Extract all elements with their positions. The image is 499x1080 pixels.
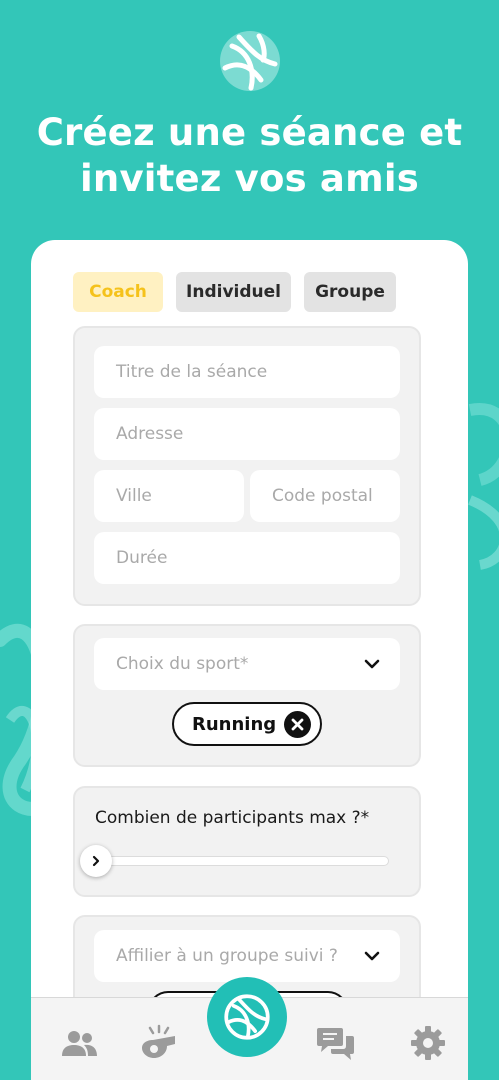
selected-sport-label: Running [192, 713, 277, 735]
participants-slider-track[interactable] [95, 856, 389, 866]
create-session-button[interactable] [207, 977, 287, 1057]
groupe-select-placeholder: Affilier à un groupe suivi ? [116, 946, 338, 966]
adresse-field[interactable]: Adresse [94, 408, 400, 460]
headline-line-2: invitez vos amis [80, 157, 419, 200]
selected-sport-chip: Running [172, 702, 322, 746]
participants-slider-thumb[interactable] [80, 845, 112, 877]
gear-icon[interactable] [408, 1023, 448, 1063]
chevron-down-icon [364, 659, 380, 669]
groupe-select[interactable]: Affilier à un groupe suivi ? [94, 930, 400, 982]
participants-panel [73, 786, 421, 897]
chat-icon[interactable] [316, 1024, 356, 1064]
headline-line-1: Créez une séance et [36, 111, 463, 154]
users-icon[interactable] [59, 1024, 99, 1064]
volleyball-logo-icon [220, 31, 280, 91]
volleyball-icon [224, 994, 270, 1040]
chevron-right-icon [92, 855, 100, 867]
page-headline: Créez une séance et invitez vos amis [0, 110, 499, 202]
code-postal-field[interactable]: Code postal [250, 470, 400, 522]
remove-chip-icon[interactable] [284, 711, 311, 738]
duree-field[interactable]: Durée [94, 532, 400, 584]
sport-select-placeholder: Choix du sport* [116, 654, 249, 674]
tab-individuel[interactable]: Individuel [176, 272, 291, 312]
titre-field[interactable]: Titre de la séance [94, 346, 400, 398]
chevron-down-icon [364, 951, 380, 961]
tab-coach[interactable]: Coach [73, 272, 163, 312]
participants-label: Combien de participants max ?* [95, 808, 370, 828]
ville-field[interactable]: Ville [94, 470, 244, 522]
tab-groupe[interactable]: Groupe [304, 272, 396, 312]
sport-select[interactable]: Choix du sport* [94, 638, 400, 690]
whistle-icon[interactable] [139, 1022, 179, 1062]
